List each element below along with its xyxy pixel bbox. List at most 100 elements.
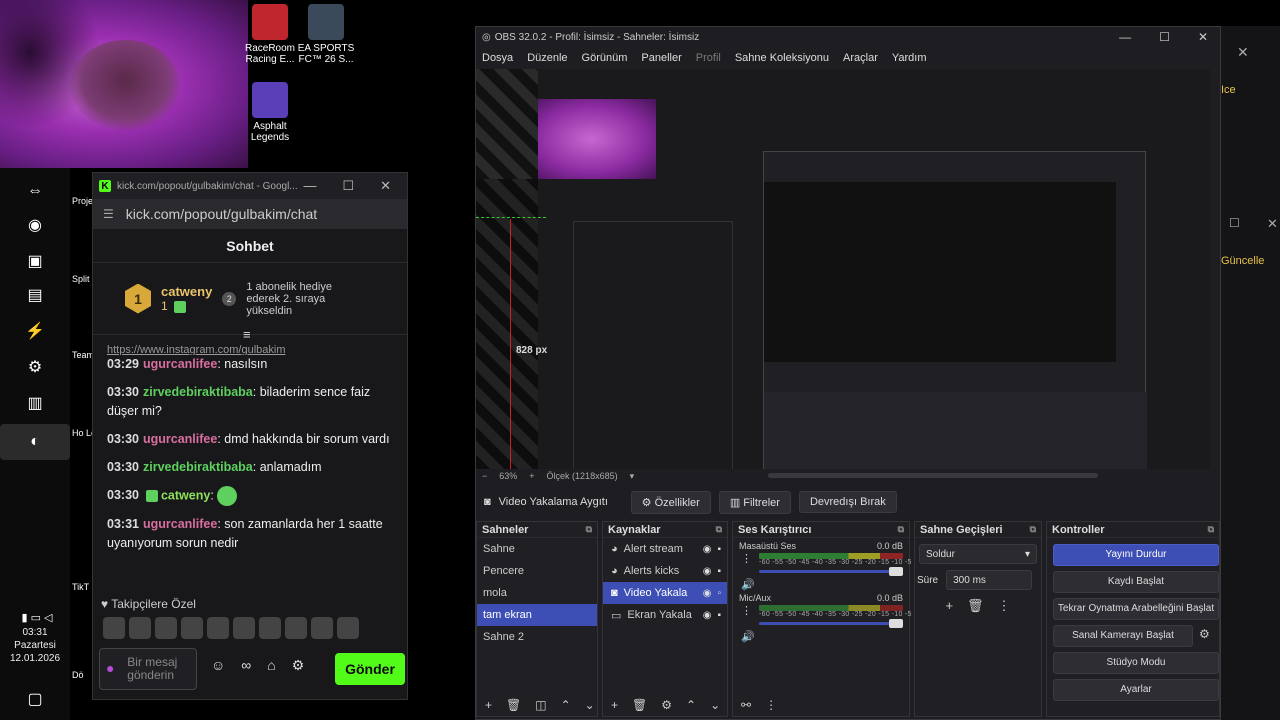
lightning-icon[interactable]: ⚡ — [22, 318, 48, 344]
menu-yardim[interactable]: Yardım — [892, 52, 927, 64]
add-icon[interactable]: + — [611, 698, 618, 712]
store-icon[interactable]: ⌂ — [267, 657, 275, 674]
menu-dosya[interactable]: Dosya — [482, 52, 513, 64]
emote-icon[interactable] — [337, 617, 359, 639]
close-icon[interactable]: ✕ — [380, 178, 391, 194]
url-bar[interactable]: ☰ kick.com/popout/gulbakim/chat — [93, 199, 407, 229]
more-icon[interactable]: ⋮ — [741, 552, 752, 565]
menu-duzenle[interactable]: Düzenle — [527, 52, 567, 64]
scene-item-selected[interactable]: tam ekran — [477, 604, 597, 626]
obs-preview-canvas[interactable]: 828 px — [476, 69, 1210, 469]
zoom-out-icon[interactable]: − — [482, 471, 487, 481]
popout-icon[interactable]: ⧉ — [1030, 524, 1036, 535]
obs-titlebar[interactable]: ◎ OBS 32.0.2 - Profil: İsimsiz - Sahnele… — [476, 27, 1220, 47]
emote-icon[interactable] — [129, 617, 151, 639]
emote-icon[interactable] — [285, 617, 307, 639]
source-item[interactable]: ▭ Ekran Yakala ◉ ▪ — [603, 604, 727, 626]
filter-icon[interactable]: ◫ — [535, 698, 546, 712]
emote-icon[interactable] — [233, 617, 255, 639]
chrome-icon[interactable]: ◉ — [22, 212, 48, 238]
source-item-selected[interactable]: ◙ Video Yakala ◉ ▫ — [603, 582, 727, 604]
arrow-up-icon[interactable]: ⌃ — [686, 698, 696, 712]
volume-slider[interactable] — [759, 567, 903, 576]
arrow-up-icon[interactable]: ⌃ — [561, 698, 571, 712]
send-button[interactable]: Gönder — [335, 653, 405, 685]
popout-icon[interactable]: ⧉ — [1208, 524, 1214, 535]
close-icon[interactable]: ✕ — [1198, 30, 1208, 44]
chevron-down-icon[interactable]: ▾ — [630, 471, 635, 482]
collapse-icon[interactable]: ≡ — [243, 327, 251, 342]
scene-item[interactable]: mola — [477, 582, 597, 604]
menu-profil[interactable]: Profil — [696, 52, 721, 64]
minimize-icon[interactable]: — — [303, 178, 316, 194]
duration-input[interactable]: 300 ms — [946, 570, 1033, 590]
horizontal-scrollbar[interactable] — [768, 473, 1098, 478]
desktop-icon-ea-fc[interactable]: EA SPORTS FC™ 26 S... — [296, 4, 356, 65]
scene-item[interactable]: Sahne 2 — [477, 626, 597, 648]
more-icon[interactable]: ⋮ — [998, 598, 1011, 614]
trash-icon[interactable]: 🗑 — [967, 598, 984, 614]
trash-icon[interactable]: 🗑 — [506, 698, 521, 712]
replay-buffer-button[interactable]: Tekrar Oynatma Arabelleğini Başlat — [1053, 598, 1219, 620]
emoji-icon[interactable]: ☺ — [211, 657, 225, 674]
virtual-camera-button[interactable]: Sanal Kamerayı Başlat — [1053, 625, 1193, 647]
kick-titlebar[interactable]: K kick.com/popout/gulbakim/chat - Googl.… — [93, 173, 407, 199]
emote-icon[interactable] — [311, 617, 333, 639]
maximize-icon[interactable]: ☐ — [1229, 216, 1240, 230]
teamviewer-icon[interactable]: ⇔ — [22, 178, 48, 204]
link-icon[interactable]: ⚯ — [741, 698, 751, 712]
partial-link[interactable]: https://www.instagram.com/gulbakim — [107, 341, 393, 355]
close-icon[interactable]: ✕ — [1267, 216, 1278, 232]
start-record-button[interactable]: Kaydı Başlat — [1053, 571, 1219, 593]
add-icon[interactable]: + — [945, 598, 953, 614]
notification-icon[interactable]: ▢ — [22, 686, 48, 712]
chat-input[interactable]: ● Bir mesaj gönderin — [99, 648, 197, 690]
menu-araclar[interactable]: Araçlar — [843, 52, 878, 64]
close-icon[interactable]: ✕ — [1237, 44, 1249, 61]
emote-icon[interactable] — [103, 617, 125, 639]
emote-icon[interactable] — [155, 617, 177, 639]
speaker-icon[interactable]: 🔊 — [741, 630, 755, 643]
settings-icon[interactable]: ⚙ — [22, 354, 48, 380]
device-icon[interactable]: ▥ — [22, 390, 48, 416]
transition-select[interactable]: Soldur ▾ — [919, 544, 1037, 564]
emote-icon[interactable] — [259, 617, 281, 639]
pinned-user[interactable]: catweny — [161, 284, 212, 299]
properties-button[interactable]: ⚙ Özellikler — [630, 490, 711, 514]
add-icon[interactable]: + — [485, 698, 492, 712]
gear-icon[interactable]: ⚙ — [661, 698, 672, 712]
menu-gorunum[interactable]: Görünüm — [582, 52, 628, 64]
gear-icon[interactable]: ⚙ — [1199, 627, 1210, 641]
mic-icon[interactable]: ● — [106, 660, 117, 678]
scene-item[interactable]: Sahne — [477, 538, 597, 560]
popout-icon[interactable]: ⧉ — [898, 524, 904, 535]
menu-sahne-koleksiyonu[interactable]: Sahne Koleksiyonu — [735, 52, 829, 64]
zoom-in-icon[interactable]: + — [529, 471, 534, 481]
desktop-icon-raceroom[interactable]: RaceRoom Racing E... — [240, 4, 300, 65]
gear-icon[interactable]: ⚙ — [292, 657, 305, 674]
source-item[interactable]: ◕ Alerts kicks ◉ ▪ — [603, 560, 727, 582]
arrow-down-icon[interactable]: ⌄ — [585, 698, 595, 712]
scene-item[interactable]: Pencere — [477, 560, 597, 582]
emote-icon[interactable] — [181, 617, 203, 639]
monitor-icon[interactable]: ▤ — [22, 282, 48, 308]
site-info-icon[interactable]: ☰ — [103, 207, 114, 221]
more-icon[interactable]: ⋮ — [765, 698, 777, 712]
infinity-icon[interactable]: ∞ — [241, 657, 251, 674]
settings-button[interactable]: Ayarlar — [1053, 679, 1219, 701]
minimize-icon[interactable]: — — [1119, 30, 1131, 44]
more-icon[interactable]: ⋮ — [741, 604, 752, 617]
obs-taskbar-icon[interactable]: ◐ — [0, 424, 70, 460]
trash-icon[interactable]: 🗑 — [632, 698, 647, 712]
taskbar-clock[interactable]: 03:31 Pazartesi 12.01.2026 — [0, 626, 70, 665]
maximize-icon[interactable]: ☐ — [1159, 30, 1170, 44]
studio-mode-button[interactable]: Stüdyo Modu — [1053, 652, 1219, 674]
app-icon[interactable]: ▣ — [22, 248, 48, 274]
popout-icon[interactable]: ⧉ — [586, 524, 592, 535]
arrow-down-icon[interactable]: ⌄ — [710, 698, 720, 712]
popout-icon[interactable]: ⧉ — [716, 524, 722, 535]
emote-icon[interactable] — [207, 617, 229, 639]
deactivate-button[interactable]: Devredışı Bırak — [798, 491, 897, 513]
volume-slider[interactable] — [759, 619, 903, 628]
menu-paneller[interactable]: Paneller — [641, 52, 681, 64]
